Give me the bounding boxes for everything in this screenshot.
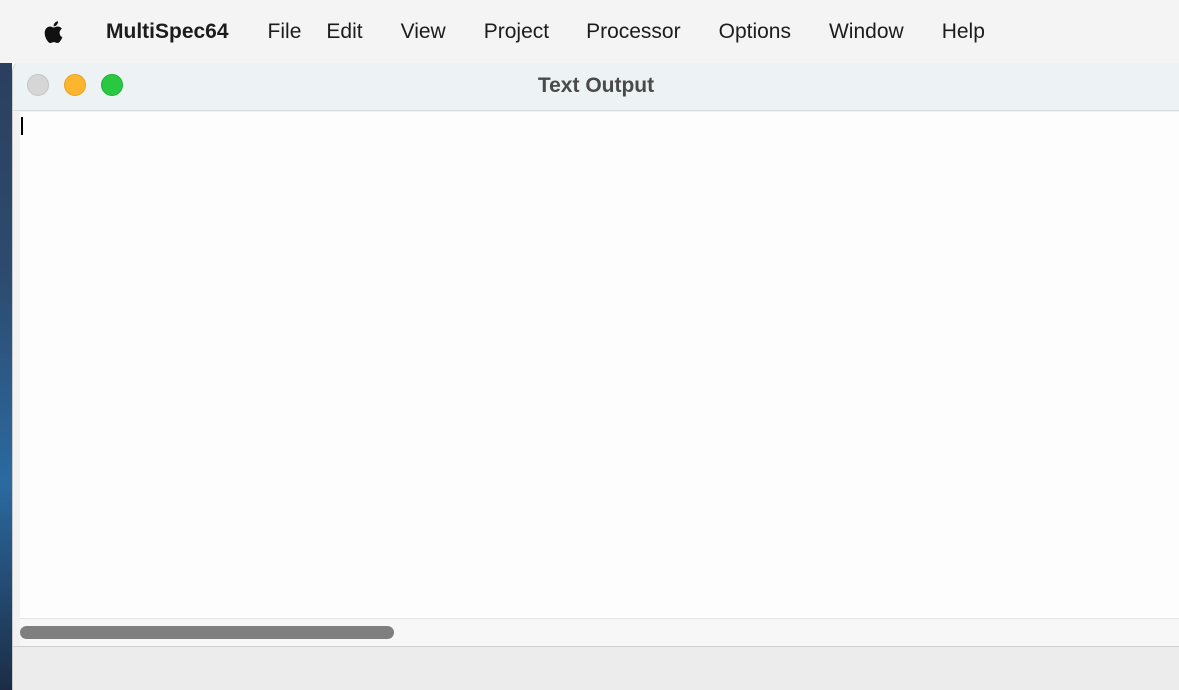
menu-file[interactable]: File [268, 20, 302, 44]
menu-project[interactable]: Project [484, 20, 549, 44]
menu-window[interactable]: Window [829, 20, 904, 44]
text-output-area[interactable] [20, 112, 1179, 618]
desktop-background [0, 0, 12, 690]
text-output-window: Text Output [12, 60, 1179, 690]
menu-edit[interactable]: Edit [326, 20, 362, 44]
window-titlebar[interactable]: Text Output [13, 60, 1179, 111]
menu-bar: MultiSpec64 File Edit View Project Proce… [0, 0, 1179, 63]
menu-options[interactable]: Options [719, 20, 791, 44]
menu-app-name[interactable]: MultiSpec64 [106, 20, 229, 44]
menu-help[interactable]: Help [942, 20, 985, 44]
menu-view[interactable]: View [401, 20, 446, 44]
text-caret [21, 117, 23, 135]
horizontal-scrollbar[interactable] [20, 618, 1179, 646]
menu-processor[interactable]: Processor [586, 20, 681, 44]
apple-icon[interactable] [44, 19, 66, 45]
scrollbar-thumb[interactable] [20, 626, 394, 639]
window-title: Text Output [537, 74, 655, 97]
window-bottom-bar [13, 646, 1179, 690]
